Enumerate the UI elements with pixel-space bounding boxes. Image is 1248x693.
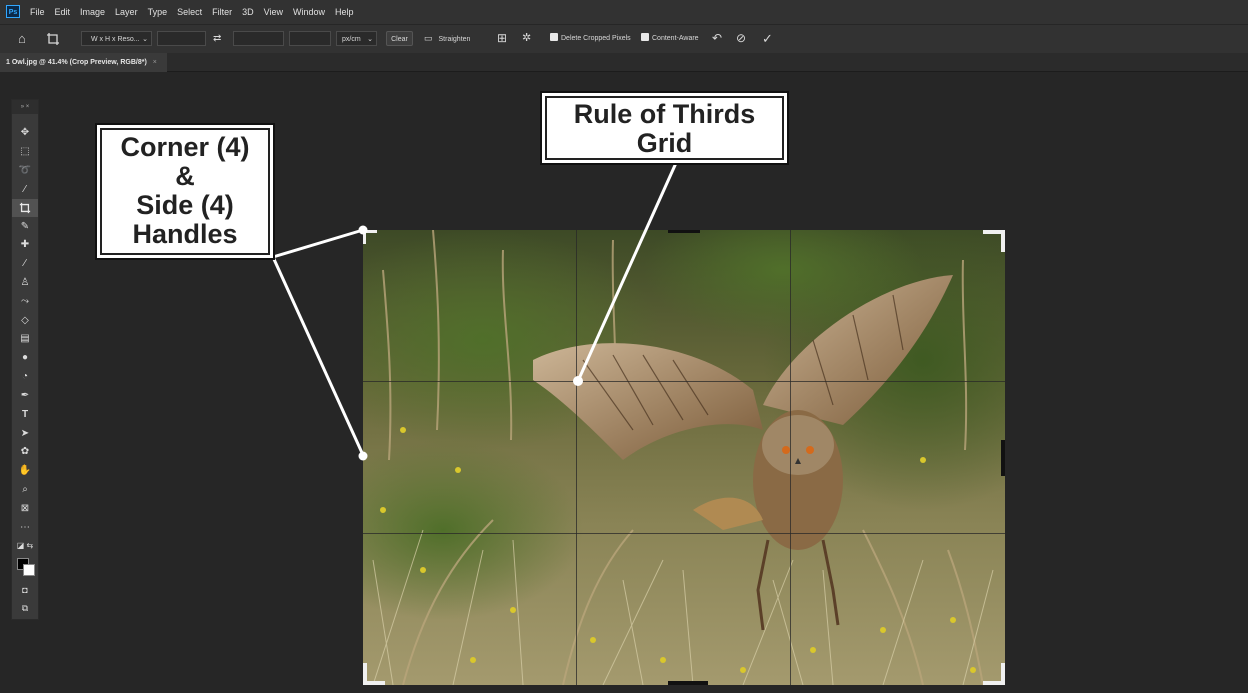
callout-border (545, 96, 784, 160)
callout-border (100, 128, 270, 255)
grid-callout: Rule of Thirds Grid (540, 91, 789, 165)
handles-callout: Corner (4) & Side (4) Handles (95, 123, 275, 260)
